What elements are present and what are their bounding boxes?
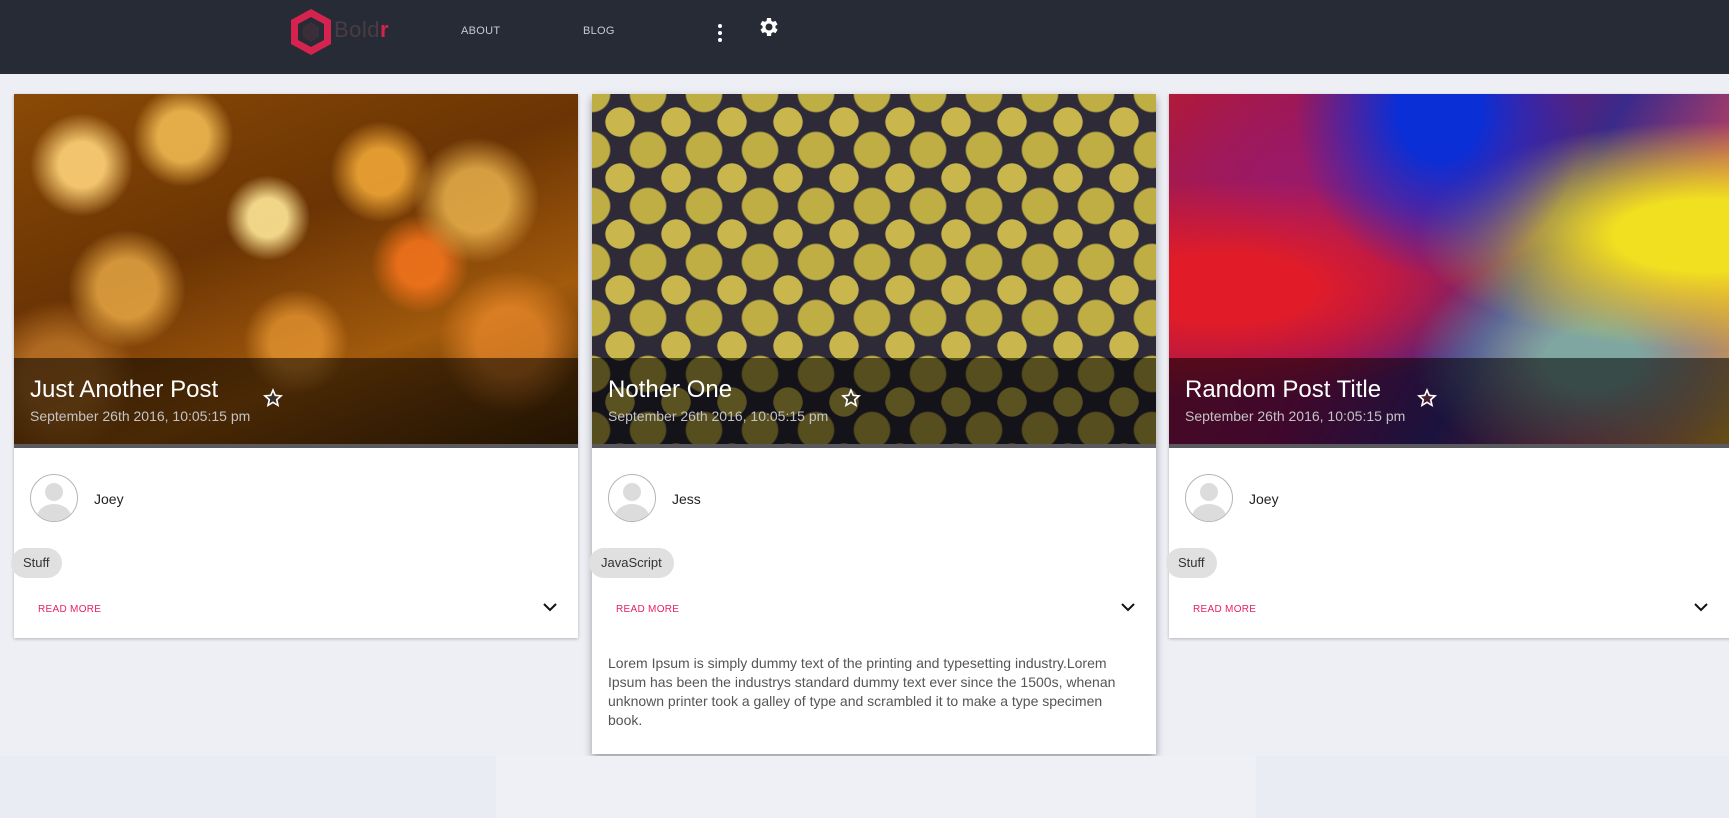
post-title[interactable]: Just Another Post xyxy=(30,376,218,404)
nav-blog-link[interactable]: BLOG xyxy=(583,25,615,37)
post-image[interactable]: Random Post Title September 26th 2016, 1… xyxy=(1169,94,1729,448)
post-card: Random Post Title September 26th 2016, 1… xyxy=(1166,94,1729,638)
post-excerpt: Lorem Ipsum is simply dummy text of the … xyxy=(608,655,1116,728)
title-overlay: Just Another Post September 26th 2016, 1… xyxy=(14,358,578,444)
post-date: September 26th 2016, 10:05:15 pm xyxy=(30,408,251,424)
author-row: Joey xyxy=(14,448,578,548)
post-date: September 26th 2016, 10:05:15 pm xyxy=(608,408,829,424)
tag-chip[interactable]: Stuff xyxy=(11,548,62,578)
tag-chip[interactable]: Stuff xyxy=(1166,548,1217,578)
avatar-icon[interactable] xyxy=(608,474,656,522)
nav-about-link[interactable]: ABOUT xyxy=(461,25,500,37)
author-name[interactable]: Jess xyxy=(672,491,701,507)
chevron-down-icon[interactable] xyxy=(1691,597,1711,617)
avatar-icon[interactable] xyxy=(1185,474,1233,522)
star-outline-icon[interactable] xyxy=(1415,386,1439,410)
post-date: September 26th 2016, 10:05:15 pm xyxy=(1185,408,1406,424)
post-title[interactable]: Random Post Title xyxy=(1185,376,1381,404)
more-vert-icon[interactable] xyxy=(714,22,726,44)
read-more-button[interactable]: READ MORE xyxy=(38,604,101,615)
title-overlay: Nother One September 26th 2016, 10:05:15… xyxy=(592,358,1156,444)
logo-hexagon-icon xyxy=(291,9,331,55)
brand-logo[interactable]: Boldr xyxy=(287,7,407,57)
title-overlay: Random Post Title September 26th 2016, 1… xyxy=(1169,358,1729,444)
tag-chip[interactable]: JavaScript xyxy=(589,548,674,578)
post-card: Just Another Post September 26th 2016, 1… xyxy=(11,94,578,638)
read-more-button[interactable]: READ MORE xyxy=(1193,604,1256,615)
avatar-icon[interactable] xyxy=(30,474,78,522)
star-outline-icon[interactable] xyxy=(261,386,285,410)
page-footer-band-center xyxy=(496,756,1256,818)
post-image[interactable]: Just Another Post September 26th 2016, 1… xyxy=(14,94,578,448)
chevron-down-icon[interactable] xyxy=(1118,597,1138,617)
post-image[interactable]: Nother One September 26th 2016, 10:05:15… xyxy=(592,94,1156,448)
read-more-button[interactable]: READ MORE xyxy=(616,604,679,615)
top-app-bar: Boldr ABOUT BLOG xyxy=(0,0,1729,74)
author-name[interactable]: Joey xyxy=(94,491,124,507)
star-outline-icon[interactable] xyxy=(839,386,863,410)
chevron-down-icon[interactable] xyxy=(540,597,560,617)
author-row: Jess xyxy=(592,448,1156,548)
author-name[interactable]: Joey xyxy=(1249,491,1279,507)
author-row: Joey xyxy=(1169,448,1729,548)
post-title[interactable]: Nother One xyxy=(608,376,732,404)
brand-wordmark: Boldr xyxy=(334,17,390,42)
post-card: Nother One September 26th 2016, 10:05:15… xyxy=(589,94,1156,754)
gear-icon[interactable] xyxy=(756,15,780,39)
